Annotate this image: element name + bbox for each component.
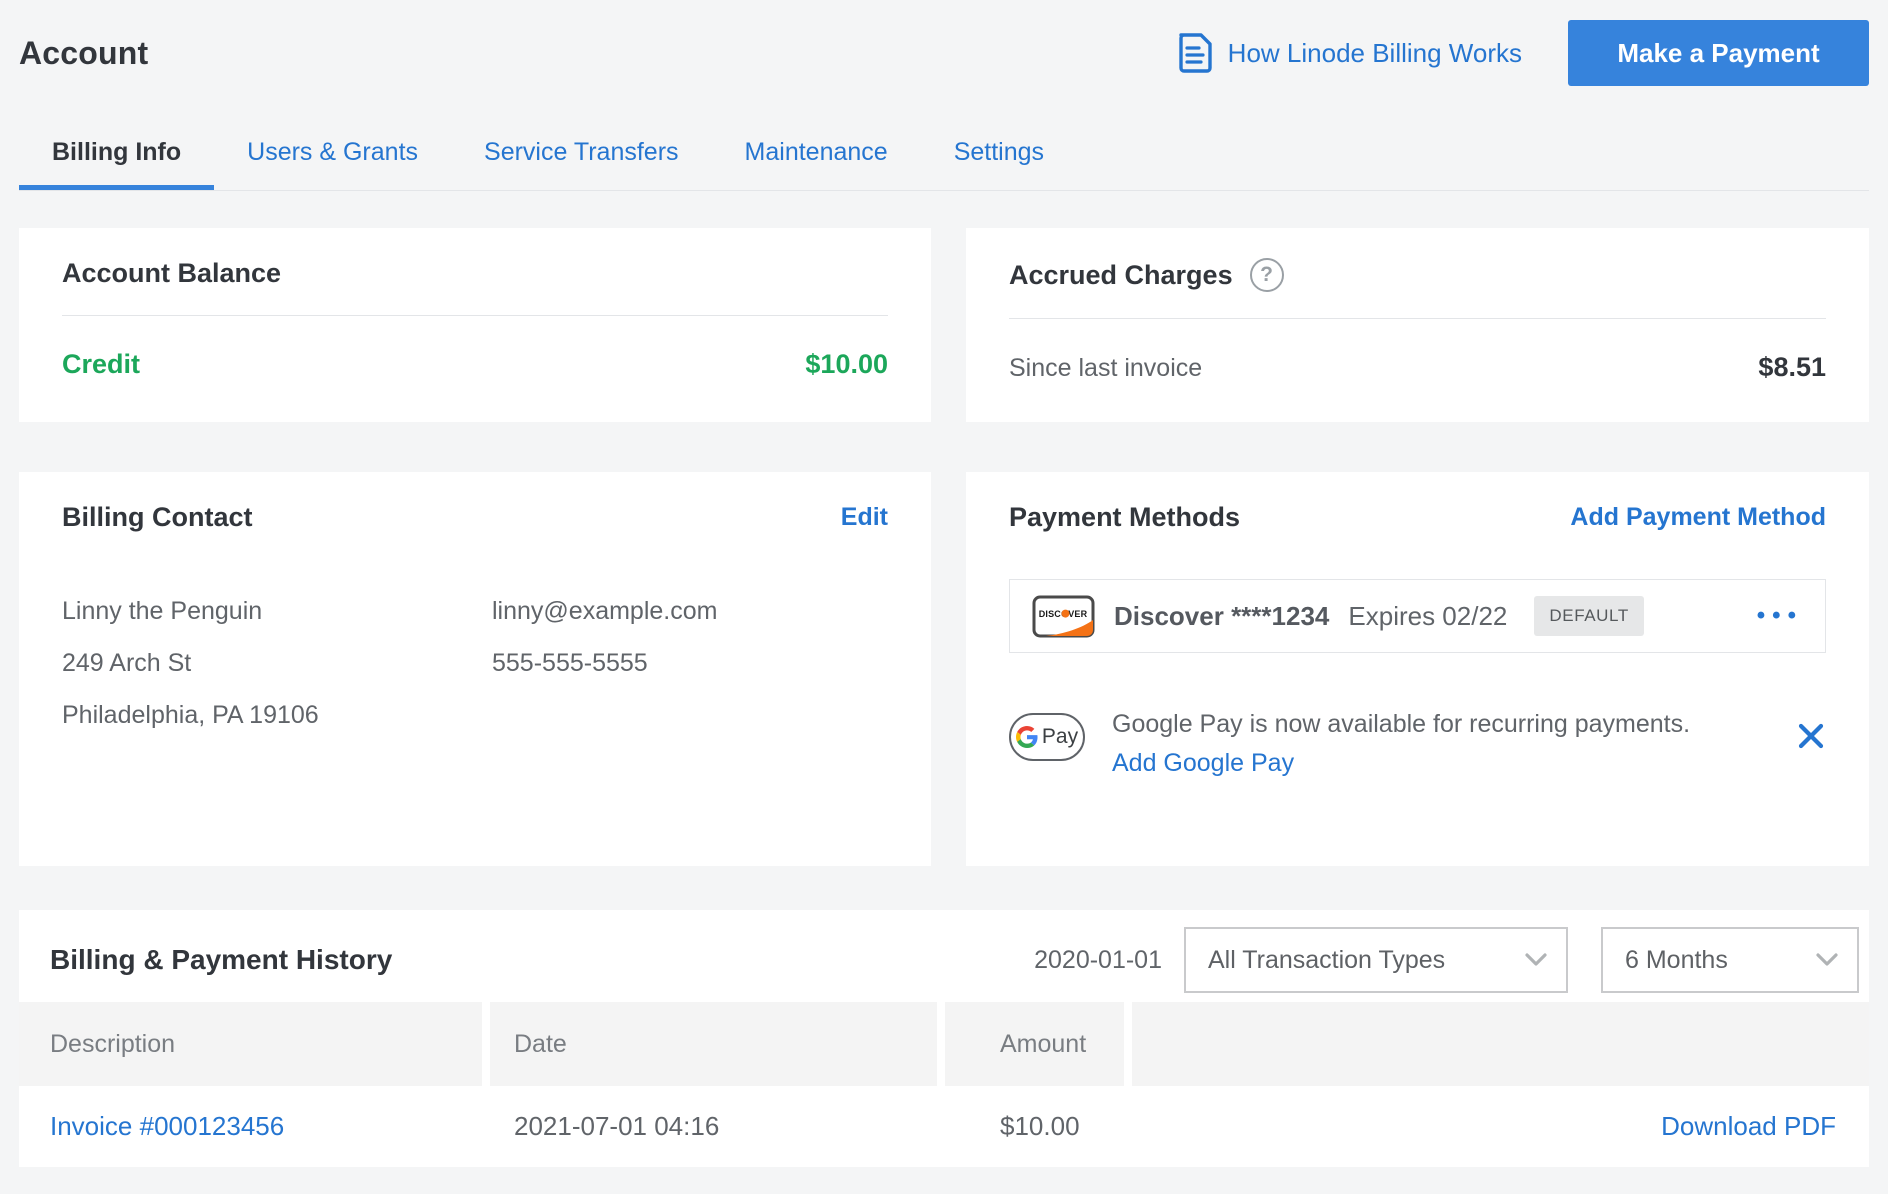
top-bar-actions: How Linode Billing Works Make a Payment xyxy=(1177,20,1869,86)
google-pay-icon-label: Pay xyxy=(1042,725,1078,749)
how-billing-works-link[interactable]: How Linode Billing Works xyxy=(1177,32,1522,74)
edit-contact-button[interactable]: Edit xyxy=(841,503,888,532)
billing-history-header: Billing & Payment History 2020-01-01 All… xyxy=(19,928,1869,992)
column-header-description: Description xyxy=(19,1002,490,1086)
contact-city: Philadelphia, PA 19106 xyxy=(62,689,492,741)
payment-method-row: DISCOVER Discover ****1234 Expires 02/22… xyxy=(1009,579,1826,653)
default-badge: DEFAULT xyxy=(1534,596,1643,636)
account-page: Account How Linode Billing Works Make a … xyxy=(0,0,1888,1167)
tab-users-grants[interactable]: Users & Grants xyxy=(214,120,451,190)
make-payment-button[interactable]: Make a Payment xyxy=(1568,20,1869,86)
invoice-amount: $10.00 xyxy=(945,1086,1132,1167)
contact-address-column: Linny the Penguin 249 Arch St Philadelph… xyxy=(62,585,492,741)
accrued-charges-title-text: Accrued Charges xyxy=(1009,260,1233,291)
since-last-invoice-label: Since last invoice xyxy=(1009,354,1202,383)
column-header-amount: Amount xyxy=(945,1002,1132,1086)
column-header-date: Date xyxy=(490,1002,945,1086)
google-pay-icon: Pay xyxy=(1009,713,1085,761)
payment-methods-card: Payment Methods Add Payment Method DISCO… xyxy=(966,472,1869,866)
contact-email: linny@example.com xyxy=(492,585,888,637)
accrued-charges-card: Accrued Charges ? Since last invoice $8.… xyxy=(966,228,1869,422)
billing-history-section: Billing & Payment History 2020-01-01 All… xyxy=(19,910,1869,1167)
account-balance-card: Account Balance Credit $10.00 xyxy=(19,228,931,422)
billing-contact-title: Billing Contact xyxy=(62,502,253,533)
add-google-pay-link[interactable]: Add Google Pay xyxy=(1112,749,1690,778)
billing-history-title: Billing & Payment History xyxy=(50,944,392,976)
account-balance-title: Account Balance xyxy=(62,258,281,289)
contact-street: 249 Arch St xyxy=(62,637,492,689)
table-row: Invoice #000123456 2021-07-01 04:16 $10.… xyxy=(19,1086,1869,1167)
time-range-value: 6 Months xyxy=(1625,946,1728,975)
payment-methods-title: Payment Methods xyxy=(1009,502,1240,533)
history-table-header: Description Date Amount xyxy=(19,1002,1869,1086)
card-actions-menu-icon[interactable]: ••• xyxy=(1757,604,1803,628)
billing-history-controls: 2020-01-01 All Transaction Types 6 Month… xyxy=(1034,927,1859,993)
contact-name: Linny the Penguin xyxy=(62,585,492,637)
credit-label: Credit xyxy=(62,349,140,380)
divider xyxy=(62,315,888,316)
chevron-down-icon xyxy=(1524,953,1548,967)
summary-cards: Account Balance Credit $10.00 Accrued Ch… xyxy=(19,228,1869,866)
contact-details: Linny the Penguin 249 Arch St Philadelph… xyxy=(62,585,888,741)
invoice-link[interactable]: Invoice #000123456 xyxy=(19,1086,490,1167)
tab-service-transfers[interactable]: Service Transfers xyxy=(451,120,712,190)
account-tabs: Billing Info Users & Grants Service Tran… xyxy=(19,120,1869,191)
transaction-type-select[interactable]: All Transaction Types xyxy=(1184,927,1568,993)
divider xyxy=(1009,318,1826,319)
contact-phone: 555-555-5555 xyxy=(492,637,888,689)
card-label: Discover ****1234 xyxy=(1114,601,1329,632)
top-bar: Account How Linode Billing Works Make a … xyxy=(19,0,1869,86)
history-start-date: 2020-01-01 xyxy=(1034,946,1162,975)
accrued-amount: $8.51 xyxy=(1758,352,1826,383)
discover-card-icon: DISCOVER xyxy=(1032,595,1095,638)
billing-contact-card: Billing Contact Edit Linny the Penguin 2… xyxy=(19,472,931,866)
invoice-date: 2021-07-01 04:16 xyxy=(490,1086,945,1167)
transaction-type-value: All Transaction Types xyxy=(1208,946,1445,975)
time-range-select[interactable]: 6 Months xyxy=(1601,927,1859,993)
tab-billing-info[interactable]: Billing Info xyxy=(19,120,214,190)
google-pay-message: Google Pay is now available for recurrin… xyxy=(1112,709,1690,739)
billing-document-icon xyxy=(1177,32,1213,74)
add-payment-method-button[interactable]: Add Payment Method xyxy=(1570,503,1826,532)
page-title: Account xyxy=(19,35,148,72)
accrued-charges-title: Accrued Charges ? xyxy=(1009,258,1284,292)
how-billing-works-label: How Linode Billing Works xyxy=(1228,38,1522,69)
google-pay-texts: Google Pay is now available for recurrin… xyxy=(1112,709,1690,778)
contact-comm-column: linny@example.com 555-555-5555 xyxy=(492,585,888,741)
column-header-actions xyxy=(1132,1002,1869,1086)
chevron-down-icon xyxy=(1815,953,1839,967)
help-icon[interactable]: ? xyxy=(1250,258,1284,292)
tab-settings[interactable]: Settings xyxy=(921,120,1077,190)
google-pay-banner: Pay Google Pay is now available for recu… xyxy=(1009,709,1826,778)
credit-amount: $10.00 xyxy=(805,349,888,380)
card-expiry: Expires 02/22 xyxy=(1348,601,1507,632)
download-pdf-link[interactable]: Download PDF xyxy=(1132,1086,1869,1167)
tab-maintenance[interactable]: Maintenance xyxy=(712,120,921,190)
dismiss-google-pay-icon[interactable] xyxy=(1796,721,1826,756)
